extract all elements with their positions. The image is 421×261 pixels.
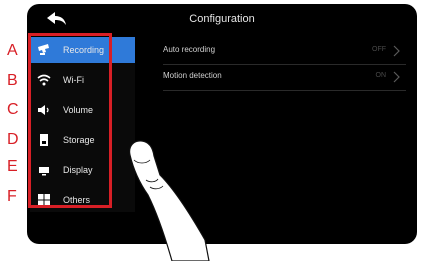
sidebar-item-label: Display	[63, 165, 93, 175]
callout-letter-f: F	[7, 188, 17, 205]
callout-letter-d: D	[7, 131, 19, 148]
display-icon	[37, 163, 51, 177]
sidebar-item-label: Wi-Fi	[63, 75, 84, 85]
setting-name: Auto recording	[163, 45, 216, 54]
setting-value: ON	[375, 72, 387, 79]
callout-letter-b: B	[7, 72, 18, 89]
sidebar-item-recording[interactable]: Recording	[30, 37, 135, 63]
callout-letter-a: A	[7, 42, 18, 59]
chevron-right-icon	[393, 71, 400, 83]
device-screen: Configuration Recording Wi-Fi Volume Sto…	[27, 4, 417, 244]
motion-detection-row[interactable]: Motion detection ON	[163, 64, 406, 91]
chevron-right-icon	[393, 45, 400, 57]
sidebar-item-display[interactable]: Display	[30, 157, 135, 183]
camera-icon	[37, 43, 51, 57]
page-title: Configuration	[189, 13, 255, 25]
callout-letter-e: E	[7, 158, 18, 175]
callout-letter-c: C	[7, 101, 19, 118]
sidebar-item-label: Others	[63, 195, 91, 205]
sidebar-item-storage[interactable]: Storage	[30, 127, 135, 153]
sidebar-item-label: Volume	[63, 105, 94, 115]
sidebar-item-wifi[interactable]: Wi-Fi	[30, 67, 135, 93]
settings-sidebar: Recording Wi-Fi Volume Storage Display O…	[30, 37, 135, 212]
speaker-icon	[37, 103, 51, 117]
grid-icon	[37, 193, 51, 207]
sd-card-icon	[37, 133, 51, 147]
sidebar-item-label: Recording	[63, 45, 105, 55]
sidebar-item-label: Storage	[63, 135, 95, 145]
sidebar-item-others[interactable]: Others	[30, 187, 135, 213]
header-bar: Configuration	[27, 4, 417, 34]
setting-name: Motion detection	[163, 71, 222, 80]
auto-recording-row[interactable]: Auto recording OFF	[163, 38, 406, 65]
sidebar-item-volume[interactable]: Volume	[30, 97, 135, 123]
wifi-icon	[37, 73, 51, 87]
setting-value: OFF	[372, 46, 386, 53]
